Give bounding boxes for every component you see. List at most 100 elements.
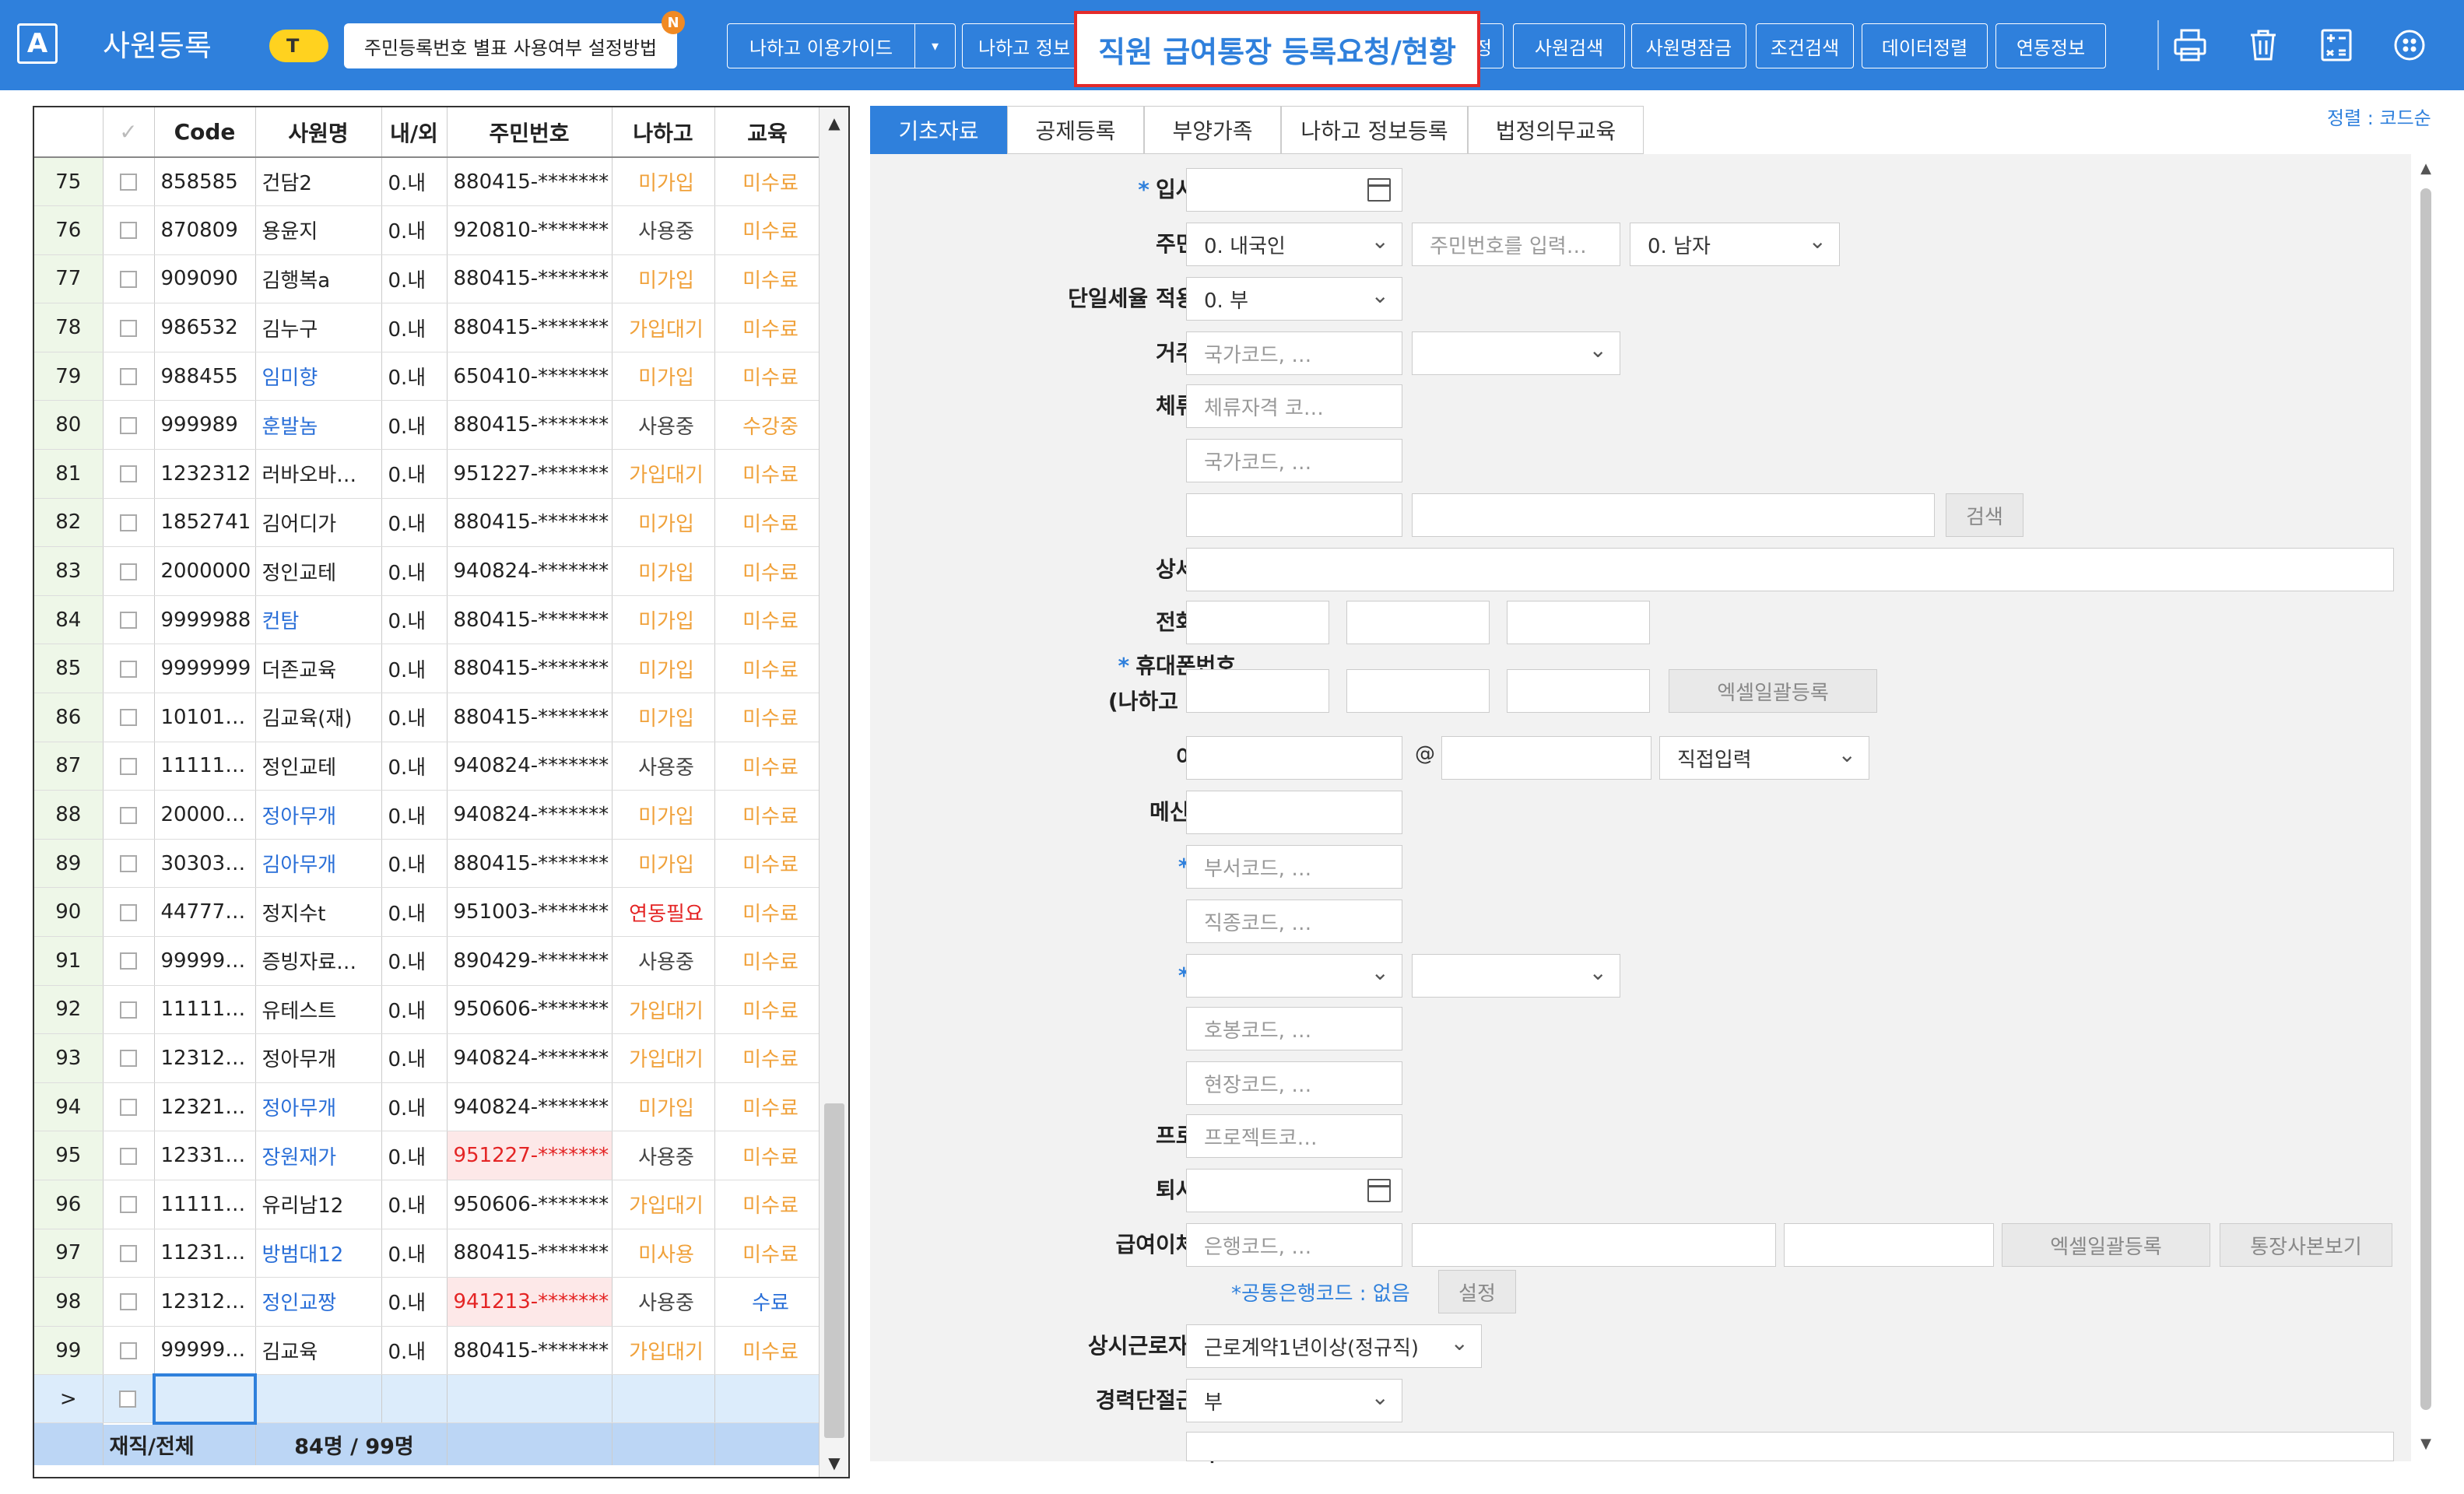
education-status[interactable]: 미수료	[714, 595, 821, 645]
employee-name[interactable]: 컨탐	[255, 595, 382, 645]
phone-part2-input[interactable]	[1346, 601, 1490, 644]
visa-input[interactable]: 체류자격 코…	[1186, 384, 1402, 428]
bank-code-input[interactable]: 은행코드, …	[1186, 1223, 1402, 1267]
nahago-status[interactable]: 사용중	[612, 742, 715, 791]
education-status[interactable]: 미수료	[714, 1326, 821, 1376]
row-checkbox[interactable]	[120, 1147, 137, 1165]
row-checkbox-cell[interactable]	[103, 644, 155, 694]
employee-type[interactable]: 0.내	[381, 303, 448, 352]
row-checkbox[interactable]	[120, 416, 137, 434]
bank-excel-upload-button[interactable]: 엑셀일괄등록	[2002, 1223, 2210, 1267]
employee-code[interactable]: 1852741	[154, 498, 256, 548]
row-checkbox[interactable]	[120, 903, 137, 921]
mobile-excel-upload-button[interactable]: 엑셀일괄등록	[1669, 669, 1877, 713]
table-row[interactable]: 88 20000… 정아무개 0.내 940824-******* 미가입 미수료	[34, 790, 821, 840]
worker-type-select[interactable]: 근로계약1년이상(정규직)	[1186, 1324, 1482, 1368]
row-checkbox-cell[interactable]	[103, 839, 155, 889]
employee-name[interactable]: 김교육(재)	[255, 693, 382, 742]
note-input[interactable]	[1186, 1432, 2394, 1461]
employee-code[interactable]: 11231…	[154, 1229, 256, 1278]
employee-code[interactable]: 2000000	[154, 546, 256, 596]
table-row[interactable]: 93 12312… 정아무개 0.내 940824-******* 가입대기 미수료	[34, 1033, 821, 1083]
print-icon[interactable]	[2168, 23, 2212, 67]
education-status[interactable]: 미수료	[714, 205, 821, 255]
employee-code[interactable]: 986532	[154, 303, 256, 352]
employee-type[interactable]: 0.내	[381, 1229, 448, 1278]
account-holder-input[interactable]	[1784, 1223, 1994, 1267]
email-id-input[interactable]	[1186, 736, 1402, 780]
bank-setting-button[interactable]: 설정	[1438, 1270, 1516, 1313]
nahago-status[interactable]: 가입대기	[612, 1033, 715, 1083]
nahago-status[interactable]: 가입대기	[612, 985, 715, 1035]
employee-code[interactable]: 9999988	[154, 595, 256, 645]
employee-type[interactable]: 0.내	[381, 1180, 448, 1229]
nahago-status[interactable]: 연동필요	[612, 887, 715, 937]
education-status[interactable]: 미수료	[714, 742, 821, 791]
position-select[interactable]	[1186, 954, 1402, 998]
residence-country-select[interactable]	[1412, 331, 1620, 375]
employee-name[interactable]: 김아무개	[255, 839, 382, 889]
row-checkbox-cell[interactable]	[103, 498, 155, 548]
row-checkbox[interactable]	[120, 1050, 137, 1068]
education-status[interactable]: 미수료	[714, 498, 821, 548]
calendar-icon[interactable]	[1367, 178, 1391, 202]
nahago-status[interactable]: 미가입	[612, 1082, 715, 1132]
row-checkbox[interactable]	[120, 1342, 137, 1360]
education-status[interactable]: 미수료	[714, 644, 821, 694]
employee-type[interactable]: 0.내	[381, 742, 448, 791]
form-scrollbar[interactable]: ▲ ▼	[2419, 160, 2433, 1452]
row-checkbox-cell[interactable]	[103, 790, 155, 840]
employee-type[interactable]: 0.내	[381, 205, 448, 255]
row-checkbox[interactable]	[120, 465, 137, 483]
employee-type[interactable]: 0.내	[381, 936, 448, 986]
employee-code[interactable]: 1232312	[154, 449, 256, 499]
row-checkbox[interactable]	[120, 952, 137, 970]
employee-code[interactable]: 99999…	[154, 936, 256, 986]
employee-type[interactable]: 0.내	[381, 546, 448, 596]
more-icon[interactable]	[2388, 23, 2431, 67]
scroll-up-icon[interactable]: ▲	[820, 114, 849, 132]
education-status[interactable]: 미수료	[714, 936, 821, 986]
phone-part3-input[interactable]	[1507, 601, 1650, 644]
employee-code[interactable]: 44777…	[154, 887, 256, 937]
row-checkbox[interactable]	[120, 757, 137, 775]
nahago-status[interactable]: 미가입	[612, 546, 715, 596]
employee-search-button[interactable]: 사원검색	[1513, 23, 1625, 68]
employee-ssn[interactable]: 880415-*******	[447, 1326, 612, 1376]
employee-code[interactable]: 12321…	[154, 1082, 256, 1132]
nahago-status[interactable]: 사용중	[612, 936, 715, 986]
row-checkbox-cell[interactable]	[103, 400, 155, 451]
step-input[interactable]: 호봉코드, …	[1186, 1007, 1402, 1050]
employee-ssn[interactable]: 940824-*******	[447, 790, 612, 840]
col-header-education[interactable]: 교육	[714, 107, 821, 158]
row-checkbox-cell[interactable]	[103, 1277, 155, 1327]
nahago-status[interactable]: 미가입	[612, 254, 715, 304]
mobile-part1-input[interactable]	[1186, 669, 1329, 713]
employee-ssn[interactable]: 880415-*******	[447, 644, 612, 694]
employee-ssn[interactable]: 890429-*******	[447, 936, 612, 986]
education-status[interactable]: 미수료	[714, 693, 821, 742]
residence-country-input[interactable]: 국가코드, …	[1186, 331, 1402, 375]
row-checkbox-cell[interactable]	[103, 157, 155, 207]
employee-type[interactable]: 0.내	[381, 644, 448, 694]
table-row[interactable]: 75 858585 건담2 0.내 880415-******* 미가입 미수료	[34, 157, 821, 207]
row-checkbox[interactable]	[120, 1293, 137, 1311]
education-status[interactable]: 미수료	[714, 985, 821, 1035]
education-status[interactable]: 미수료	[714, 303, 821, 352]
employee-ssn[interactable]: 951003-*******	[447, 887, 612, 937]
employee-ssn[interactable]: 650410-*******	[447, 352, 612, 402]
table-row[interactable]: 87 11111… 정인교테 0.내 940824-******* 사용중 미수료	[34, 742, 821, 791]
messenger-input[interactable]	[1186, 791, 1402, 834]
employee-ssn[interactable]: 880415-*******	[447, 839, 612, 889]
row-checkbox-cell[interactable]	[103, 546, 155, 596]
name-lock-button[interactable]: 사원명잠금	[1631, 23, 1746, 68]
employee-type[interactable]: 0.내	[381, 400, 448, 451]
nahago-status[interactable]: 미사용	[612, 1229, 715, 1278]
employee-name[interactable]: 건담2	[255, 157, 382, 207]
t-badge[interactable]: T	[269, 30, 328, 62]
table-row[interactable]: 97 11231… 방범대12 0.내 880415-******* 미사용 미수료	[34, 1229, 821, 1278]
employee-ssn[interactable]: 940824-*******	[447, 1033, 612, 1083]
education-status[interactable]: 수강중	[714, 400, 821, 451]
career-break-select[interactable]: 부	[1186, 1379, 1402, 1422]
row-checkbox[interactable]	[119, 1391, 137, 1408]
